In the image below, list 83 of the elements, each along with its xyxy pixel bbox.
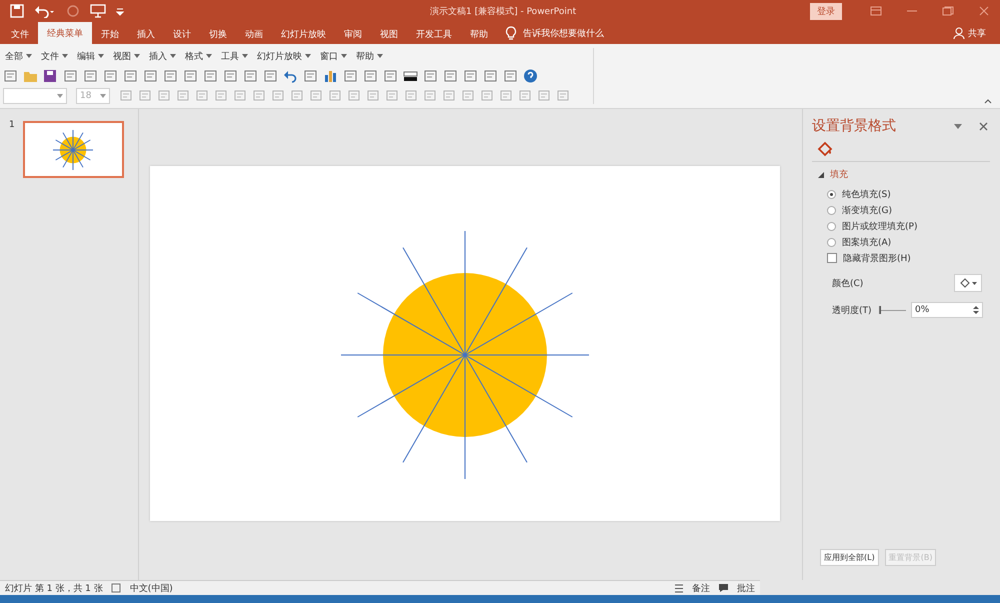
transparency-field[interactable]: 0% — [911, 302, 983, 318]
color-label: 颜色(C) — [832, 278, 864, 290]
checkbox-label: 隐藏背景图形(H) — [843, 252, 911, 264]
expand-triangle-icon[interactable] — [818, 172, 824, 178]
ribbon-tab[interactable]: 视图 — [371, 24, 407, 44]
apply-to-all-button[interactable]: 应用到全部(L) — [820, 549, 879, 566]
ribbon-tab[interactable]: 设计 — [164, 24, 200, 44]
radio-button[interactable] — [827, 206, 836, 214]
slideshow-icon[interactable] — [90, 4, 106, 18]
caret-icon — [98, 54, 104, 58]
spelling-check-icon[interactable] — [110, 583, 122, 593]
collapse-ribbon-icon[interactable] — [984, 99, 992, 104]
caret-icon — [26, 54, 32, 58]
caret-icon — [62, 54, 68, 58]
radio-button[interactable] — [827, 190, 836, 198]
menu-button[interactable]: 插入 — [147, 50, 178, 63]
caret-icon — [134, 54, 140, 58]
checkbox[interactable] — [827, 253, 837, 263]
help-icon[interactable] — [523, 69, 538, 83]
option-label: 图案填充(A) — [842, 236, 892, 248]
ribbon-tab[interactable]: 开发工具 — [407, 24, 461, 44]
ribbon-display-icon[interactable] — [870, 6, 882, 16]
menu-button[interactable]: 文件 — [39, 50, 70, 63]
menu-button[interactable]: 视图 — [111, 50, 142, 63]
notes-button[interactable]: 备注 — [692, 582, 710, 594]
ribbon-tab[interactable]: 开始 — [92, 24, 128, 44]
radio-button[interactable] — [827, 238, 836, 246]
close-icon[interactable] — [979, 122, 988, 130]
option-label: 纯色填充(S) — [842, 188, 891, 200]
menu-button[interactable]: 幻灯片放映 — [255, 50, 313, 63]
window-title: 演示文稿1 [兼容模式] - PowerPoint — [430, 6, 576, 18]
notes-icon[interactable] — [674, 584, 684, 592]
caret-icon — [57, 94, 63, 98]
ribbon-tab[interactable]: 动画 — [236, 24, 272, 44]
customize-caret-icon[interactable] — [116, 6, 124, 16]
section-heading[interactable]: 填充 — [830, 168, 848, 181]
option-label: 渐变填充(G) — [842, 204, 892, 216]
color-bar-icon[interactable] — [403, 69, 418, 83]
menu-button[interactable]: 帮助 — [354, 50, 385, 63]
sign-in-button[interactable]: 登录 — [810, 2, 842, 20]
save-icon[interactable] — [10, 4, 24, 18]
menu-button[interactable]: 编辑 — [75, 50, 106, 63]
caret-icon — [206, 54, 212, 58]
color-picker-button[interactable] — [954, 274, 982, 292]
undo-icon[interactable] — [283, 69, 298, 83]
slide-count: 幻灯片 第 1 张，共 1 张 — [5, 582, 103, 594]
caret-icon — [242, 54, 248, 58]
slide-number: 1 — [9, 120, 15, 130]
restore-icon[interactable] — [942, 6, 954, 16]
tell-me-search[interactable]: 告诉我你想要做什么 — [523, 24, 604, 44]
ribbon-tab[interactable]: 切换 — [200, 24, 236, 44]
caret-icon — [377, 54, 383, 58]
share-button[interactable]: 共享 — [968, 24, 986, 44]
transparency-label: 透明度(T) — [832, 304, 873, 316]
ribbon-tab[interactable]: 插入 — [128, 24, 164, 44]
comments-button[interactable]: 批注 — [737, 582, 755, 594]
spin-arrows-icon[interactable] — [973, 305, 979, 315]
person-icon[interactable] — [953, 27, 965, 39]
pane-title: 设置背景格式 — [812, 117, 897, 135]
menu-button[interactable]: 全部 — [3, 50, 34, 63]
slide-thumbnail[interactable] — [22, 121, 124, 178]
caret-icon — [100, 94, 106, 98]
ribbon-tab[interactable]: 帮助 — [461, 24, 497, 44]
ribbon-tab[interactable]: 审阅 — [335, 24, 371, 44]
caret-icon[interactable] — [954, 124, 962, 128]
ribbon-tab[interactable]: 文件 — [2, 24, 38, 44]
chart-icon[interactable] — [323, 69, 338, 83]
caret-icon — [305, 54, 311, 58]
language-indicator[interactable]: 中文(中国) — [130, 582, 173, 594]
caret-icon — [170, 54, 176, 58]
ribbon-tab[interactable]: 经典菜单 — [38, 22, 92, 44]
caret-icon — [341, 54, 347, 58]
menu-button[interactable]: 格式 — [183, 50, 214, 63]
font-name-field[interactable] — [3, 88, 67, 104]
save-icon[interactable] — [43, 69, 58, 83]
close-icon[interactable] — [978, 6, 990, 16]
menu-button[interactable]: 工具 — [219, 50, 250, 63]
option-label: 图片或纹理填充(P) — [842, 220, 918, 232]
ribbon-tab[interactable]: 幻灯片放映 — [272, 24, 335, 44]
lightbulb-icon — [505, 26, 517, 40]
radio-button[interactable] — [827, 222, 836, 230]
menu-button[interactable]: 窗口 — [318, 50, 349, 63]
undo-icon[interactable] — [34, 4, 56, 18]
